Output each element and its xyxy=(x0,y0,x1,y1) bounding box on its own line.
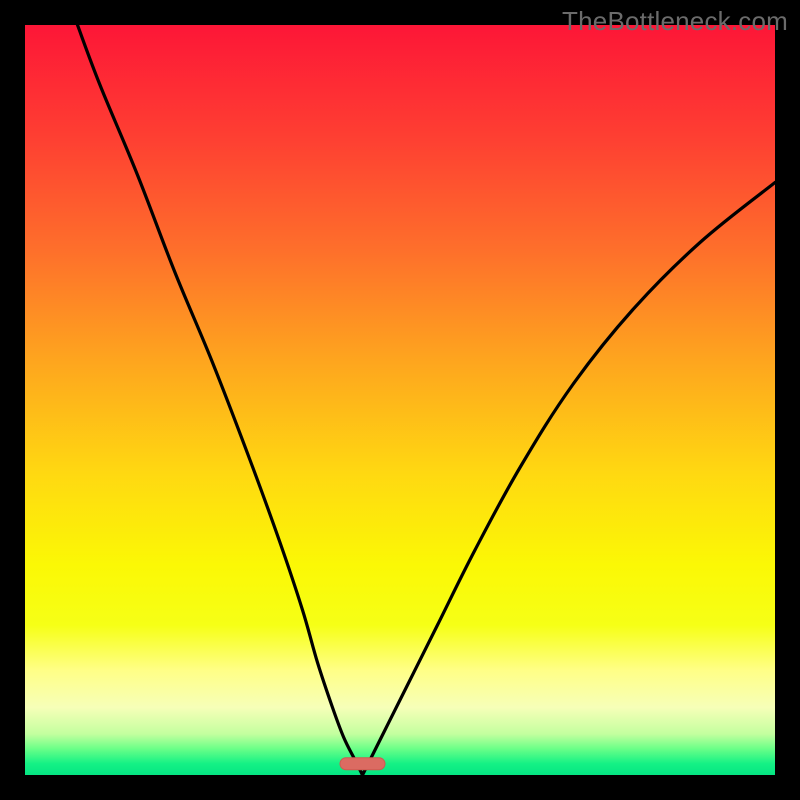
watermark-text: TheBottleneck.com xyxy=(562,6,788,37)
bottleneck-chart xyxy=(25,25,775,775)
minimum-marker xyxy=(340,758,385,770)
gradient-background xyxy=(25,25,775,775)
chart-frame xyxy=(25,25,775,775)
